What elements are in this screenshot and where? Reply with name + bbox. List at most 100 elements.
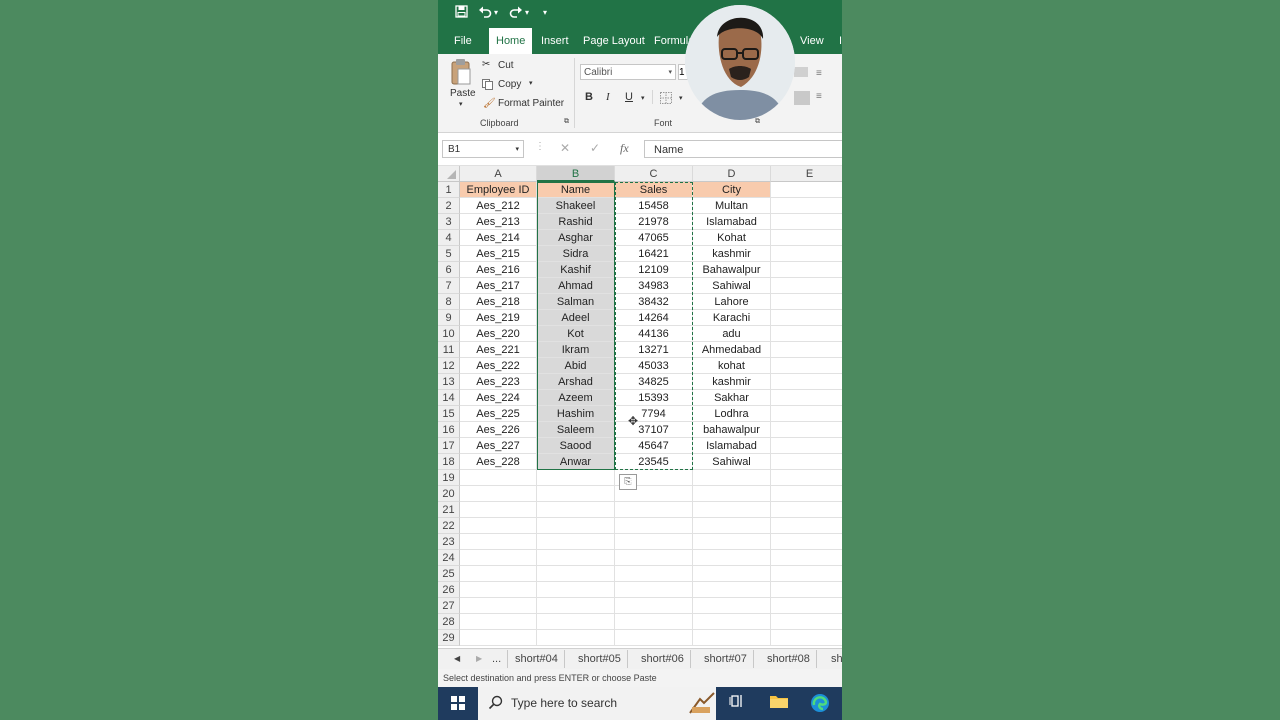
align-center-icon[interactable]: ≡ [816, 91, 822, 102]
row-header[interactable]: 14 [438, 390, 460, 406]
data-cell[interactable]: Asghar [537, 230, 615, 246]
tab-more[interactable]: I [839, 28, 842, 54]
data-cell[interactable]: kashmir [693, 374, 771, 390]
data-cell[interactable]: Aes_228 [460, 454, 537, 470]
data-cell[interactable]: Aes_226 [460, 422, 537, 438]
customize-qat-icon[interactable]: ▾ [543, 5, 547, 21]
empty-cell[interactable] [460, 502, 537, 518]
empty-cell[interactable] [693, 518, 771, 534]
underline-button[interactable]: U [625, 91, 633, 103]
empty-cell[interactable] [771, 390, 842, 406]
data-cell[interactable]: kohat [693, 358, 771, 374]
column-header-b[interactable]: B [537, 166, 615, 182]
data-cell[interactable]: bahawalpur [693, 422, 771, 438]
enter-icon[interactable]: ✓ [590, 141, 600, 155]
data-cell[interactable]: adu [693, 326, 771, 342]
sheet-tab[interactable]: short#05 [572, 650, 628, 668]
empty-cell[interactable] [615, 582, 693, 598]
paste-options-icon[interactable]: ⎘ [619, 474, 637, 490]
data-cell[interactable]: 15458 [615, 198, 693, 214]
data-cell[interactable]: 37107 [615, 422, 693, 438]
empty-cell[interactable] [771, 630, 842, 646]
row-header[interactable]: 24 [438, 550, 460, 566]
empty-cell[interactable] [771, 470, 842, 486]
data-cell[interactable]: Aes_224 [460, 390, 537, 406]
taskbar-search[interactable]: Type here to search [478, 687, 716, 720]
empty-cell[interactable] [537, 614, 615, 630]
header-cell[interactable]: Sales [615, 182, 693, 198]
data-cell[interactable]: Sidra [537, 246, 615, 262]
empty-cell[interactable] [615, 614, 693, 630]
select-all-corner[interactable] [438, 166, 460, 182]
formula-input[interactable]: Name [644, 140, 842, 158]
column-header-a[interactable]: A [460, 166, 537, 182]
empty-cell[interactable] [615, 518, 693, 534]
data-cell[interactable]: Multan [693, 198, 771, 214]
empty-cell[interactable] [771, 358, 842, 374]
empty-cell[interactable] [693, 550, 771, 566]
row-header[interactable]: 27 [438, 598, 460, 614]
worksheet-grid[interactable]: A B C D E 1 Employee ID Name Sales City 2 Aes_212 Sh… [438, 166, 842, 648]
empty-cell[interactable] [537, 582, 615, 598]
column-header-c[interactable]: C [615, 166, 693, 182]
data-cell[interactable]: kashmir [693, 246, 771, 262]
row-header[interactable]: 16 [438, 422, 460, 438]
data-cell[interactable]: 44136 [615, 326, 693, 342]
row-header[interactable]: 11 [438, 342, 460, 358]
empty-cell[interactable] [693, 566, 771, 582]
empty-cell[interactable] [771, 342, 842, 358]
empty-cell[interactable] [615, 566, 693, 582]
row-header[interactable]: 26 [438, 582, 460, 598]
data-cell[interactable]: Sakhar [693, 390, 771, 406]
empty-cell[interactable] [460, 582, 537, 598]
data-cell[interactable]: 45033 [615, 358, 693, 374]
empty-cell[interactable] [771, 598, 842, 614]
empty-cell[interactable] [537, 518, 615, 534]
task-view-icon[interactable] [726, 693, 748, 715]
cancel-icon[interactable]: ✕ [560, 141, 570, 155]
empty-cell[interactable] [771, 518, 842, 534]
empty-cell[interactable] [771, 246, 842, 262]
empty-cell[interactable] [771, 374, 842, 390]
empty-cell[interactable] [460, 630, 537, 646]
empty-cell[interactable] [771, 214, 842, 230]
empty-cell[interactable] [460, 566, 537, 582]
data-cell[interactable]: 34983 [615, 278, 693, 294]
undo-dropdown-icon[interactable]: ▾ [494, 5, 498, 21]
copy-icon[interactable] [482, 79, 493, 93]
data-cell[interactable]: Aes_220 [460, 326, 537, 342]
data-cell[interactable]: Ikram [537, 342, 615, 358]
empty-cell[interactable] [693, 534, 771, 550]
data-cell[interactable]: Azeem [537, 390, 615, 406]
redo-icon[interactable] [509, 5, 523, 22]
copy-button[interactable]: Copy [498, 79, 521, 90]
empty-cell[interactable] [693, 486, 771, 502]
data-cell[interactable]: Shakeel [537, 198, 615, 214]
header-cell[interactable]: Name [537, 182, 615, 198]
cut-icon[interactable]: ✂ [482, 59, 490, 70]
cut-button[interactable]: Cut [498, 60, 514, 71]
data-cell[interactable]: 16421 [615, 246, 693, 262]
row-header[interactable]: 18 [438, 454, 460, 470]
paste-dropdown-icon[interactable]: ▾ [459, 100, 463, 108]
empty-cell[interactable] [693, 582, 771, 598]
data-cell[interactable]: Aes_227 [460, 438, 537, 454]
empty-cell[interactable] [537, 566, 615, 582]
data-cell[interactable]: Sahiwal [693, 278, 771, 294]
data-cell[interactable]: Lodhra [693, 406, 771, 422]
row-header[interactable]: 10 [438, 326, 460, 342]
data-cell[interactable]: Karachi [693, 310, 771, 326]
italic-button[interactable]: I [606, 91, 610, 103]
data-cell[interactable]: 38432 [615, 294, 693, 310]
row-header[interactable]: 2 [438, 198, 460, 214]
underline-dropdown-icon[interactable]: ▾ [641, 94, 645, 102]
row-header[interactable]: 5 [438, 246, 460, 262]
sheet-tab[interactable]: short#06 [635, 650, 691, 668]
data-cell[interactable]: Salman [537, 294, 615, 310]
empty-cell[interactable] [771, 454, 842, 470]
data-cell[interactable]: Aes_223 [460, 374, 537, 390]
name-box[interactable]: B1 ▾ [442, 140, 524, 158]
undo-icon[interactable] [478, 5, 492, 22]
column-header-e[interactable]: E [771, 166, 842, 182]
data-cell[interactable]: Ahmedabad [693, 342, 771, 358]
